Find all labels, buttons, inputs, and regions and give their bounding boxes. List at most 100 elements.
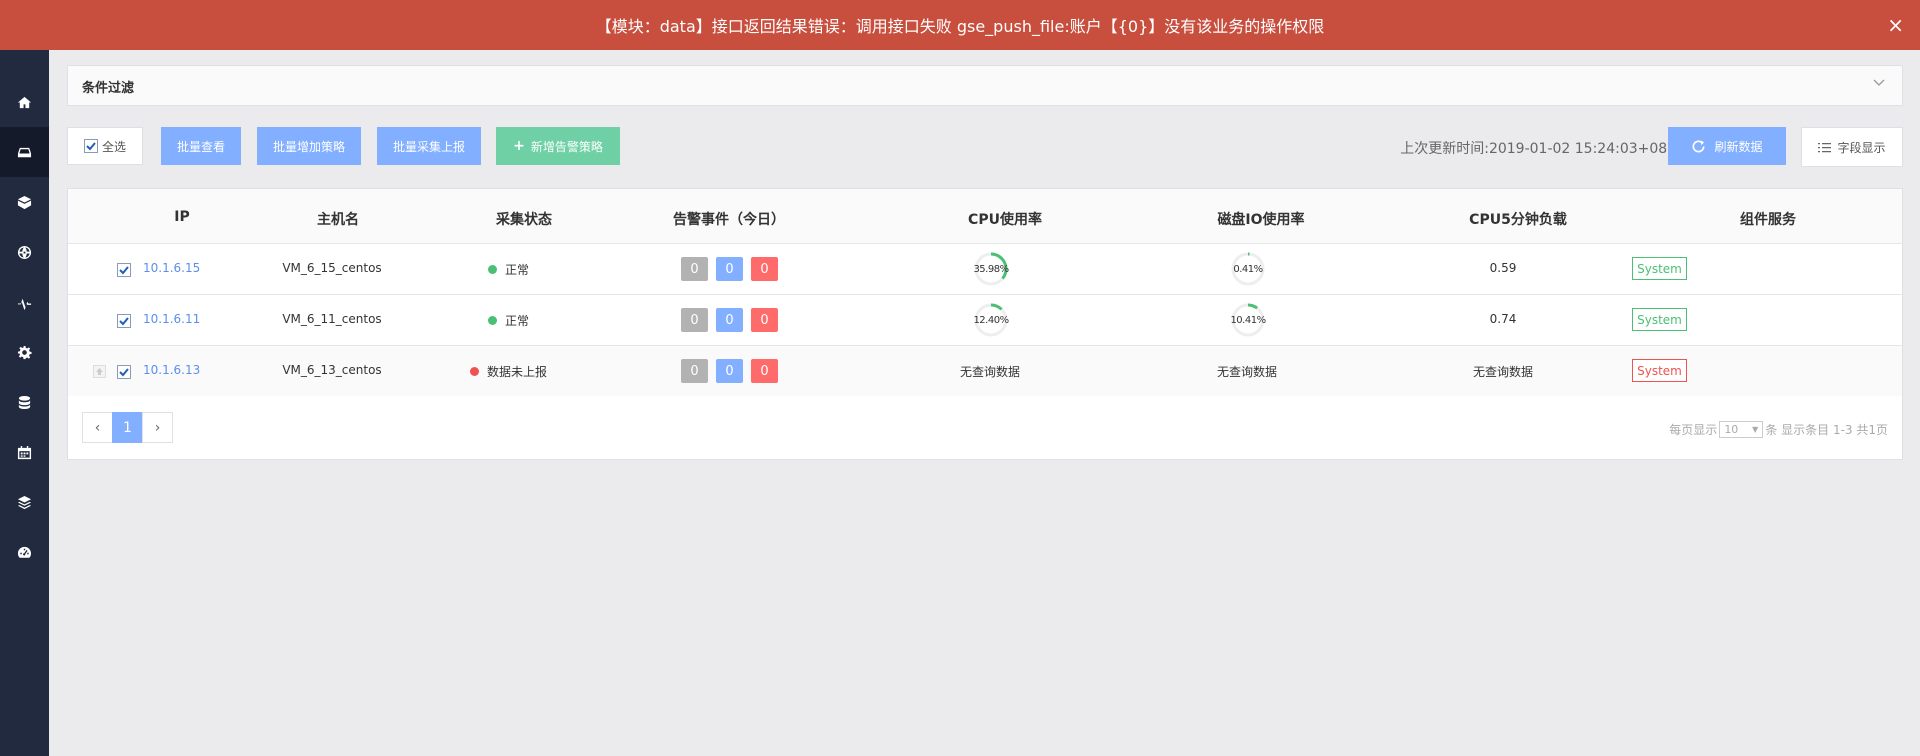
- service-tag[interactable]: System: [1632, 359, 1687, 382]
- toolbar: 全选 批量查看 批量增加策略 批量采集上报 + 新增告警策略 上次更新时间:20…: [67, 127, 1903, 167]
- cpu-usage-value: 12.40%: [973, 314, 1009, 326]
- alert-count-unprocessed[interactable]: 0: [681, 308, 708, 332]
- next-page-button[interactable]: ›: [142, 412, 173, 443]
- ip-link[interactable]: 10.1.6.15: [143, 261, 200, 275]
- sidebar-item-calendar[interactable]: [0, 427, 49, 477]
- per-page-label: 每页显示: [1669, 423, 1718, 437]
- column-header-ip: IP: [174, 209, 190, 225]
- sidebar-item-server[interactable]: [0, 127, 49, 177]
- ip-link[interactable]: 10.1.6.11: [143, 312, 200, 326]
- disk-io-ring: 10.41%: [1230, 303, 1266, 337]
- calendar-icon: [17, 445, 32, 459]
- per-page-select[interactable]: 10 ▼: [1719, 421, 1764, 438]
- field-display-label: 字段显示: [1837, 140, 1886, 155]
- sidebar-item-home[interactable]: [0, 77, 49, 127]
- table-header: IP 主机名 采集状态 告警事件（今日） CPU使用率 磁盘IO使用率 CPU5…: [68, 189, 1902, 243]
- cpu-usage-value: 无查询数据: [959, 365, 1021, 379]
- plus-icon: +: [513, 138, 525, 154]
- globe-icon: [17, 245, 32, 259]
- service-tag[interactable]: System: [1632, 308, 1687, 331]
- new-alert-policy-button[interactable]: + 新增告警策略: [496, 127, 620, 165]
- per-page-value: 10: [1724, 423, 1739, 436]
- page-button-current[interactable]: 1: [112, 412, 143, 443]
- refresh-icon: [1693, 139, 1705, 152]
- column-header-cpu-load: CPU5分钟负载: [1469, 212, 1567, 228]
- refresh-data-button[interactable]: 刷新数据: [1668, 127, 1786, 165]
- filter-panel[interactable]: 条件过滤: [67, 65, 1903, 106]
- alert-count-processing[interactable]: 0: [716, 257, 743, 281]
- cpu-load-value: 无查询数据: [1472, 365, 1534, 379]
- disk-io-value: 10.41%: [1230, 314, 1266, 326]
- row-checkbox[interactable]: [117, 314, 131, 328]
- alert-count-critical[interactable]: 0: [751, 359, 778, 383]
- alert-count-unprocessed[interactable]: 0: [681, 257, 708, 281]
- alert-count-processing[interactable]: 0: [716, 308, 743, 332]
- alert-counts: 0 0 0: [681, 359, 778, 383]
- cpu-load-value: 0.59: [1489, 261, 1517, 275]
- batch-collect-report-button[interactable]: 批量采集上报: [377, 127, 481, 165]
- sidebar-item-pulse[interactable]: [0, 277, 49, 327]
- column-header-disk-io: 磁盘IO使用率: [1217, 212, 1305, 228]
- refresh-label: 刷新数据: [1714, 139, 1763, 154]
- ip-link[interactable]: 10.1.6.13: [143, 363, 200, 377]
- sidebar-item-layers[interactable]: [0, 477, 49, 527]
- select-all-checkbox[interactable]: 全选: [67, 127, 143, 165]
- cpu-load-value: 0.74: [1489, 312, 1517, 326]
- column-header-service: 组件服务: [1740, 212, 1796, 228]
- pulse-icon: [17, 298, 32, 310]
- close-icon[interactable]: ×: [1887, 13, 1904, 37]
- select-all-label: 全选: [102, 139, 127, 154]
- status-dot: [488, 316, 497, 325]
- cpu-usage-value: 35.98%: [973, 263, 1009, 275]
- service-tag[interactable]: System: [1632, 257, 1687, 280]
- sidebar-item-settings[interactable]: [0, 327, 49, 377]
- server-icon: [17, 147, 32, 157]
- error-message: 【模块：data】接口返回结果错误：调用接口失败 gse_push_file:账…: [595, 17, 1325, 36]
- disk-io-value: 0.41%: [1233, 263, 1263, 275]
- host-table: IP 主机名 采集状态 告警事件（今日） CPU使用率 磁盘IO使用率 CPU5…: [67, 188, 1903, 460]
- package-icon: [17, 195, 32, 209]
- list-icon: [1818, 142, 1832, 152]
- upload-icon[interactable]: [93, 365, 106, 378]
- disk-io-value: 无查询数据: [1216, 365, 1278, 379]
- chevron-down-icon[interactable]: [1872, 75, 1886, 89]
- page-range-text: 条 显示条目 1-3 共1页: [1765, 423, 1888, 437]
- filter-title: 条件过滤: [82, 81, 135, 96]
- row-checkbox[interactable]: [117, 365, 131, 379]
- batch-view-button[interactable]: 批量查看: [161, 127, 241, 165]
- status-text: 数据未上报: [487, 365, 548, 379]
- table-row[interactable]: 10.1.6.11 VM_6_11_centos 正常 0 0 0 12.40%…: [68, 294, 1902, 345]
- collect-status: 正常: [488, 312, 529, 329]
- column-header-status: 采集状态: [496, 212, 552, 228]
- batch-add-policy-button[interactable]: 批量增加策略: [257, 127, 361, 165]
- alert-count-processing[interactable]: 0: [716, 359, 743, 383]
- table-row[interactable]: 10.1.6.13 VM_6_13_centos 数据未上报 0 0 0 无查询…: [68, 345, 1902, 396]
- column-header-alerts: 告警事件（今日）: [673, 212, 785, 228]
- alert-count-unprocessed[interactable]: 0: [681, 359, 708, 383]
- alert-counts: 0 0 0: [681, 257, 778, 281]
- cpu-usage-ring: 35.98%: [973, 252, 1009, 286]
- field-display-button[interactable]: 字段显示: [1801, 127, 1903, 167]
- sidebar-item-database[interactable]: [0, 377, 49, 427]
- sidebar-item-globe[interactable]: [0, 227, 49, 277]
- checkbox-icon: [84, 139, 98, 153]
- pagination: ‹ 1 ›: [82, 412, 173, 443]
- prev-page-button[interactable]: ‹: [82, 412, 113, 443]
- table-row[interactable]: 10.1.6.15 VM_6_15_centos 正常 0 0 0 35.98%…: [68, 243, 1902, 294]
- sidebar-item-dashboard[interactable]: [0, 527, 49, 577]
- page-info: 每页显示 10 ▼ 条 显示条目 1-3 共1页: [1669, 421, 1888, 438]
- alert-count-critical[interactable]: 0: [751, 308, 778, 332]
- database-icon: [18, 395, 31, 409]
- column-header-hostname: 主机名: [317, 212, 359, 228]
- cpu-usage-ring: 12.40%: [973, 303, 1009, 337]
- hostname: VM_6_13_centos: [282, 363, 382, 377]
- dashboard-icon: [17, 546, 31, 558]
- gear-icon: [17, 345, 32, 359]
- alert-counts: 0 0 0: [681, 308, 778, 332]
- sidebar-item-package[interactable]: [0, 177, 49, 227]
- hostname: VM_6_15_centos: [282, 261, 382, 275]
- last-updated-text: 上次更新时间:2019-01-02 15:24:03+0800: [1400, 141, 1685, 157]
- row-checkbox[interactable]: [117, 263, 131, 277]
- alert-count-critical[interactable]: 0: [751, 257, 778, 281]
- status-text: 正常: [505, 263, 530, 277]
